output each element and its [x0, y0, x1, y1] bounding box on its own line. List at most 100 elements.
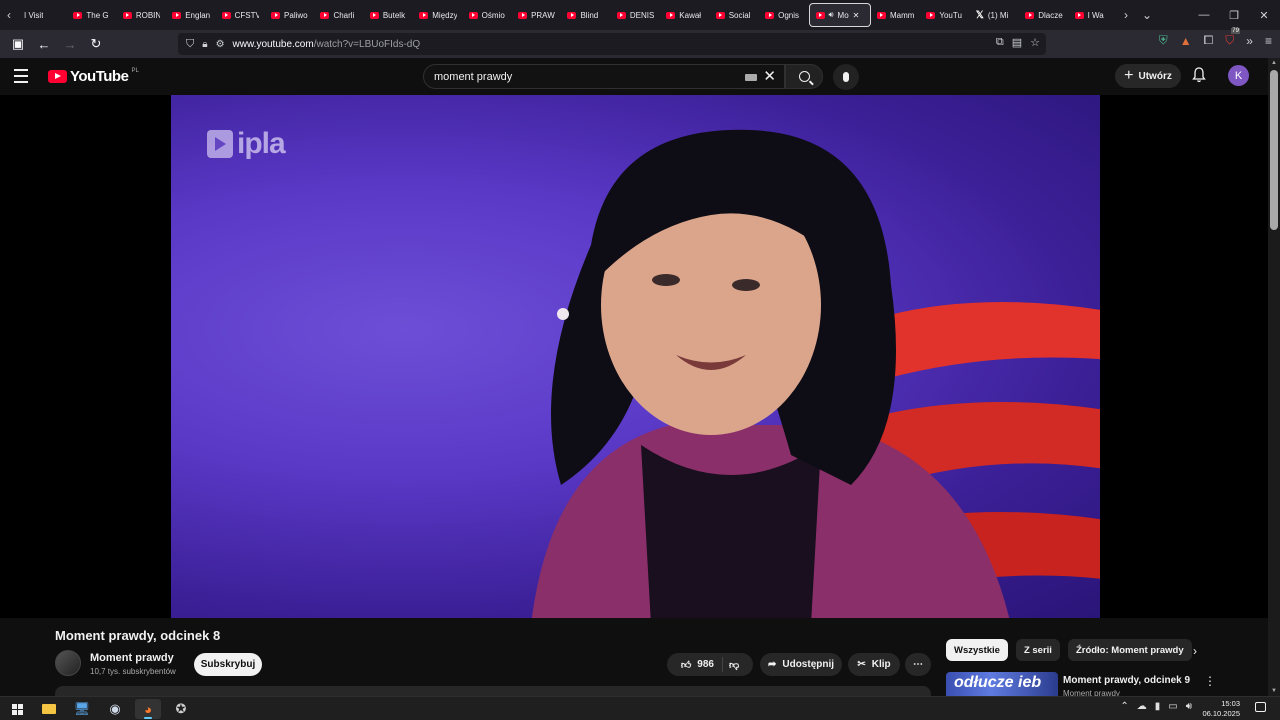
chips-next-chevron-icon[interactable]: ›: [1193, 644, 1197, 658]
recommendation-channel[interactable]: Moment prawdy: [1063, 689, 1120, 696]
minimize-icon[interactable]: —: [1188, 0, 1220, 30]
browser-tab[interactable]: Social: [710, 3, 759, 27]
tab-label: Blind: [580, 10, 599, 20]
page-scrollbar[interactable]: ▲ ▼: [1268, 58, 1280, 696]
browser-tab[interactable]: Englan: [166, 3, 215, 27]
usb-icon[interactable]: ▮: [1155, 701, 1161, 712]
overflow-chevrons-icon[interactable]: »: [1246, 34, 1253, 48]
account-avatar[interactable]: K: [1228, 65, 1249, 86]
filter-chip[interactable]: Z serii: [1015, 639, 1060, 661]
browser-tab[interactable]: Ośmio: [463, 3, 512, 27]
recommendation-title[interactable]: Moment prawdy, odcinek 9: [1063, 675, 1190, 686]
browser-tab[interactable]: Blind: [561, 3, 610, 27]
browser-tab[interactable]: Butelk: [364, 3, 413, 27]
search-input[interactable]: moment prawdy ✕: [423, 64, 785, 89]
browser-tab[interactable]: Dlacze: [1019, 3, 1068, 27]
notifications-bell-icon[interactable]: [1192, 67, 1206, 83]
permissions-icon[interactable]: ⚙︎: [216, 39, 225, 50]
dislike-button[interactable]: 👎︎: [729, 659, 739, 671]
browser-tab[interactable]: I Visit: [18, 3, 67, 27]
tracking-shield-icon[interactable]: ⛉: [186, 38, 194, 51]
tab-overview-icon[interactable]: ▣: [6, 32, 30, 56]
share-button[interactable]: ➦ Udostępnij: [760, 653, 842, 676]
search-button[interactable]: [785, 64, 823, 89]
reload-icon[interactable]: ↻: [84, 32, 108, 56]
scroll-down-icon[interactable]: ▼: [1271, 688, 1277, 694]
subscribe-button[interactable]: Subskrybuj: [194, 653, 262, 676]
guide-menu-icon[interactable]: [14, 66, 34, 86]
back-icon[interactable]: ←: [32, 32, 56, 56]
thumbnail-caption: odłucze ieb: [954, 674, 1042, 691]
picture-in-picture-icon[interactable]: ⧉: [996, 36, 1004, 49]
remote-desktop-icon[interactable]: 🖥︎: [69, 699, 95, 719]
tray-expand-icon[interactable]: ⌃: [1120, 701, 1128, 712]
address-bar[interactable]: ⛉ 🔒︎ ⚙︎ www.youtube.com/watch?v=LBUoFIds…: [178, 33, 1046, 55]
app-icon[interactable]: ✪: [168, 699, 194, 719]
recommendation-thumbnail[interactable]: odłucze ieb: [946, 672, 1058, 696]
tab-close-icon[interactable]: ✕: [853, 11, 860, 20]
like-button[interactable]: 👍︎ 986: [681, 657, 723, 672]
reader-view-icon[interactable]: ▤: [1012, 36, 1022, 49]
youtube-logo[interactable]: YouTube PL: [48, 68, 139, 85]
filter-chip[interactable]: Wszystkie: [946, 639, 1008, 661]
browser-tab[interactable]: Kawał: [660, 3, 709, 27]
browser-tab[interactable]: Między: [413, 3, 462, 27]
restore-icon[interactable]: ❐: [1218, 0, 1250, 30]
channel-avatar[interactable]: [55, 650, 81, 676]
tab-list-dropdown-icon[interactable]: ⌄: [1138, 0, 1156, 30]
fox-extension-icon[interactable]: ▲: [1180, 34, 1192, 48]
browser-tab[interactable]: Charli: [314, 3, 363, 27]
ublock-icon[interactable]: ⛉ 79: [1225, 28, 1240, 48]
logo-text: YouTube: [70, 68, 129, 85]
tab-audio-icon[interactable]: 🔊︎: [829, 10, 834, 20]
browser-tab-active[interactable]: 🔊︎ Mo ✕: [808, 3, 871, 27]
notifications-icon[interactable]: [1255, 702, 1266, 712]
search-icon: [798, 71, 810, 82]
taskbar-clock[interactable]: 15:03 06.10.2025: [1202, 699, 1240, 719]
firefox-icon[interactable]: ◕: [135, 699, 161, 719]
tab-scroll-left-icon[interactable]: ‹: [0, 0, 18, 30]
browser-tab[interactable]: PRAW: [512, 3, 561, 27]
keyboard-icon[interactable]: [745, 74, 757, 81]
forward-icon[interactable]: →: [58, 32, 82, 56]
volume-icon[interactable]: 🔊︎: [1186, 701, 1192, 712]
close-window-icon[interactable]: ✕: [1248, 0, 1280, 30]
recommendation-more-icon[interactable]: ⋮: [1204, 674, 1216, 688]
bookmark-star-icon[interactable]: ☆: [1030, 36, 1040, 49]
description-box[interactable]: [55, 686, 931, 696]
clear-search-icon[interactable]: ✕: [763, 67, 776, 85]
browser-tab[interactable]: Paliwo: [265, 3, 314, 27]
browser-tab[interactable]: The G: [67, 3, 116, 27]
browser-tab[interactable]: 𝕏 (1) Mi: [970, 3, 1019, 27]
clip-button[interactable]: ✂ Klip: [848, 653, 900, 676]
tab-scroll-right-icon[interactable]: ›: [1117, 0, 1135, 30]
scissors-icon: ✂: [857, 659, 866, 670]
file-explorer-icon[interactable]: [36, 699, 62, 719]
related-filter-chips: Wszystkie Z serii Źródło: Moment prawdy: [946, 639, 1192, 661]
onedrive-cloud-icon[interactable]: ☁: [1137, 701, 1147, 712]
browser-tab[interactable]: YouTu: [920, 3, 969, 27]
more-actions-button[interactable]: ⋯: [905, 653, 931, 676]
thumbs-down-icon: 👎︎: [728, 659, 740, 671]
browser-tab[interactable]: ROBIN: [117, 3, 166, 27]
vpn-shield-icon[interactable]: ⛨: [1159, 33, 1168, 48]
video-frame[interactable]: ipla: [171, 95, 1100, 618]
channel-name[interactable]: Moment prawdy: [90, 652, 174, 664]
browser-tab[interactable]: Ognis: [759, 3, 808, 27]
create-button[interactable]: + Utwórz: [1115, 64, 1181, 88]
extensions-icon[interactable]: ⧠: [1204, 33, 1214, 48]
browser-tab[interactable]: DENIS: [611, 3, 660, 27]
start-button[interactable]: [4, 699, 30, 719]
browser-tab[interactable]: Mamm: [871, 3, 920, 27]
browser-tab[interactable]: CFSTV: [216, 3, 265, 27]
scroll-up-icon[interactable]: ▲: [1271, 60, 1277, 66]
browser-tab[interactable]: I Wa: [1069, 3, 1118, 27]
voice-search-button[interactable]: [833, 64, 859, 90]
network-icon[interactable]: ▭: [1168, 701, 1177, 712]
lock-icon[interactable]: 🔒︎: [202, 39, 207, 50]
video-player[interactable]: ipla: [0, 95, 1268, 618]
filter-chip[interactable]: Źródło: Moment prawdy: [1067, 639, 1192, 661]
hamburger-menu-icon[interactable]: ≡: [1265, 34, 1272, 48]
scrollbar-thumb[interactable]: [1270, 70, 1278, 230]
steam-icon[interactable]: ◉: [102, 699, 128, 719]
